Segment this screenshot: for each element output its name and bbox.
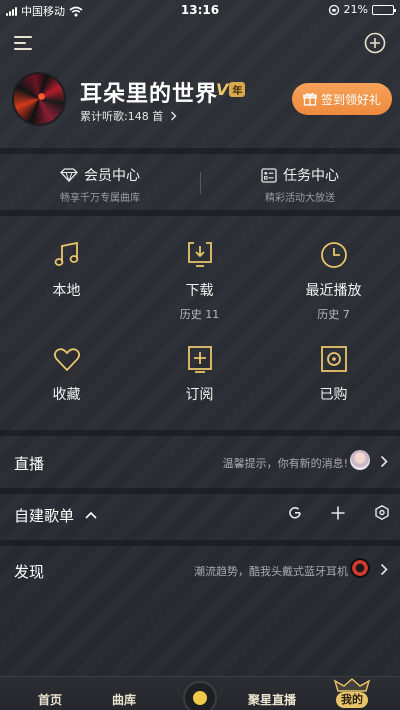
app-screen: 中国移动 13:16 21% 耳朵里的世界 V 年 累计听歌:148 首 签到领…: [0, 0, 400, 710]
username[interactable]: 耳朵里的世界: [80, 76, 218, 108]
grid-label: 收藏: [52, 387, 81, 403]
grid-recent[interactable]: 最近播放 历史 7: [267, 238, 400, 322]
grid-sub: 历史 11: [179, 308, 220, 321]
gift-icon: [303, 92, 317, 106]
heart-icon: [53, 348, 80, 371]
purchased-icon: [320, 346, 347, 372]
discover-row[interactable]: 发现 潮流趋势，酷我头戴式蓝牙耳机: [0, 544, 400, 596]
grid-sub: 历史 7: [317, 308, 350, 321]
task-list-icon: [261, 167, 277, 183]
tab-library[interactable]: 曲库: [112, 691, 136, 708]
settings-icon[interactable]: [375, 505, 389, 520]
tab-home[interactable]: 首页: [38, 691, 62, 708]
vip-center-entry[interactable]: 会员中心 畅享千万专属曲库: [0, 165, 200, 204]
grid-purchased[interactable]: 已购: [267, 342, 400, 404]
playlist-title: 自建歌单: [14, 507, 75, 525]
status-right: 21%: [328, 3, 396, 16]
grid-subscribe[interactable]: 订阅: [133, 342, 266, 404]
discover-title: 发现: [14, 563, 45, 581]
task-center-entry[interactable]: 任务中心 精彩活动大放送: [200, 165, 400, 204]
subscribe-icon: [187, 346, 212, 373]
divider: [0, 210, 400, 216]
menu-icon[interactable]: [14, 36, 32, 50]
checkin-button[interactable]: 签到领好礼: [292, 83, 392, 115]
chevron-right-icon: [380, 563, 388, 576]
discover-hint: 潮流趋势，酷我头戴式蓝牙耳机: [194, 565, 348, 578]
add-playlist-icon[interactable]: [331, 506, 345, 520]
task-center-title: 任务中心: [283, 168, 339, 184]
chevron-up-icon: [85, 511, 97, 519]
music-note-icon: [54, 241, 78, 266]
listen-count[interactable]: 累计听歌:148 首: [80, 108, 177, 124]
tab-star-live[interactable]: 聚星直播: [248, 691, 296, 708]
task-center-subtitle: 精彩活动大放送: [265, 193, 335, 204]
live-hint: 温馨提示，你有新的消息!: [222, 457, 348, 470]
battery-percent: 21%: [343, 3, 368, 16]
grid-label: 下载: [185, 283, 214, 299]
grid-label: 订阅: [185, 387, 214, 403]
grid-label: 本地: [52, 283, 81, 299]
now-playing-button[interactable]: [183, 681, 217, 710]
vip-center-subtitle: 畅享千万专属曲库: [60, 193, 140, 204]
vip-label: V: [216, 79, 229, 99]
member-bar-divider: [200, 172, 201, 194]
discover-thumbnail: [350, 558, 370, 578]
feature-grid: 本地 下载 历史 11 最近播放 历史 7 收藏 订阅 已购: [0, 218, 400, 428]
download-icon: [187, 242, 212, 267]
google-icon[interactable]: [288, 506, 302, 520]
playlist-title-group[interactable]: 自建歌单: [14, 505, 97, 526]
live-row[interactable]: 直播 温馨提示，你有新的消息!: [0, 436, 400, 488]
playlist-row: 自建歌单: [0, 488, 400, 540]
status-bar: 中国移动 13:16 21%: [0, 0, 400, 20]
tab-mine-label: 我的: [336, 692, 368, 708]
listen-count-text: 累计听歌:148 首: [80, 110, 164, 123]
chevron-right-icon: [380, 455, 388, 468]
vip-year-label: 年: [229, 81, 246, 97]
chevron-right-icon: [170, 111, 177, 121]
battery-icon: [372, 4, 396, 15]
vip-center-title: 会员中心: [84, 168, 140, 184]
grid-local[interactable]: 本地: [0, 238, 133, 300]
live-title: 直播: [14, 455, 45, 473]
clock-icon: [320, 242, 347, 268]
tab-mine[interactable]: 我的: [330, 678, 374, 710]
avatar[interactable]: [12, 72, 66, 126]
divider: [0, 148, 400, 154]
rotation-lock-icon: [328, 4, 339, 15]
checkin-label: 签到领好礼: [320, 92, 381, 107]
vip-badge[interactable]: V 年: [216, 79, 246, 99]
grid-label: 已购: [319, 387, 348, 403]
grid-favorites[interactable]: 收藏: [0, 342, 133, 404]
live-avatar: [350, 450, 370, 470]
grid-label: 最近播放: [305, 283, 362, 299]
grid-download[interactable]: 下载 历史 11: [133, 238, 266, 322]
crown-icon: [333, 678, 371, 692]
play-disc-icon: [193, 691, 207, 705]
add-icon[interactable]: [364, 32, 386, 54]
diamond-icon: [60, 168, 78, 182]
